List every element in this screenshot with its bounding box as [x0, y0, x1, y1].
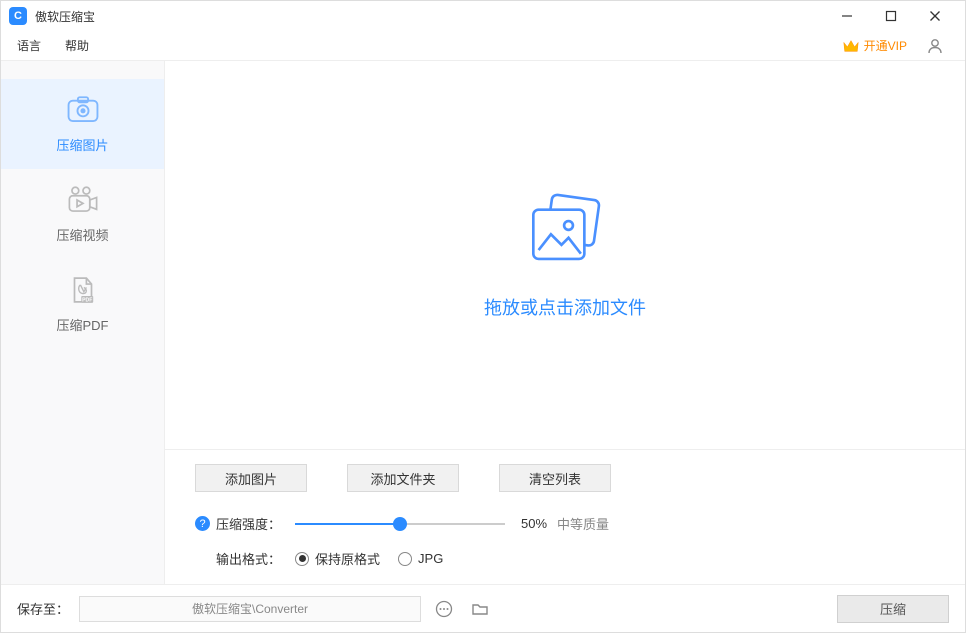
- add-image-button[interactable]: 添加图片: [195, 464, 307, 492]
- user-button[interactable]: [921, 32, 949, 60]
- sidebar-item-label: 压缩视频: [56, 225, 108, 244]
- vip-label: 开通VIP: [864, 37, 907, 54]
- open-folder-button[interactable]: [467, 596, 493, 622]
- clear-list-button[interactable]: 清空列表: [499, 464, 611, 492]
- strength-slider[interactable]: [295, 515, 505, 533]
- main-panel: 拖放或点击添加文件 添加图片 添加文件夹 清空列表 ? 压缩强度： 50% 中等…: [165, 61, 965, 584]
- camera-icon: [66, 95, 100, 125]
- compress-button[interactable]: 压缩: [837, 595, 949, 623]
- app-logo-icon: C: [9, 7, 27, 25]
- titlebar: C 傲软压缩宝: [1, 1, 965, 31]
- maximize-button[interactable]: [869, 1, 913, 31]
- slider-thumb[interactable]: [393, 517, 407, 531]
- minimize-button[interactable]: [825, 1, 869, 31]
- dropzone[interactable]: 拖放或点击添加文件: [165, 61, 965, 449]
- more-options-button[interactable]: [431, 596, 457, 622]
- menubar: 语言 帮助 开通VIP: [1, 31, 965, 61]
- sidebar-item-image[interactable]: 压缩图片: [1, 79, 164, 169]
- radio-jpg[interactable]: JPG: [398, 551, 443, 566]
- dropzone-text: 拖放或点击添加文件: [484, 294, 646, 320]
- footer: 保存至： 压缩: [1, 584, 965, 632]
- strength-percent: 50%: [521, 516, 547, 531]
- quality-tag: 中等质量: [557, 514, 609, 533]
- sidebar-item-label: 压缩图片: [56, 135, 108, 154]
- controls-panel: 添加图片 添加文件夹 清空列表 ? 压缩强度： 50% 中等质量 输出格式：: [165, 449, 965, 584]
- sidebar-item-label: 压缩PDF: [56, 315, 108, 334]
- radio-label: 保持原格式: [315, 549, 380, 568]
- info-icon[interactable]: ?: [195, 516, 210, 531]
- strength-label: 压缩强度：: [216, 514, 281, 533]
- sidebar-item-pdf[interactable]: PDF 压缩PDF: [1, 259, 164, 349]
- menu-help[interactable]: 帮助: [65, 37, 89, 54]
- output-format-label: 输出格式：: [216, 549, 281, 568]
- add-folder-button[interactable]: 添加文件夹: [347, 464, 459, 492]
- video-icon: [66, 185, 100, 215]
- svg-text:PDF: PDF: [82, 297, 92, 303]
- close-button[interactable]: [913, 1, 957, 31]
- radio-keep-format[interactable]: 保持原格式: [295, 549, 380, 568]
- app-title: 傲软压缩宝: [35, 8, 95, 25]
- ellipsis-icon: [435, 600, 453, 618]
- menu-language[interactable]: 语言: [17, 37, 41, 54]
- pdf-icon: PDF: [66, 275, 100, 305]
- save-path-input[interactable]: [79, 596, 421, 622]
- folder-icon: [471, 600, 489, 618]
- user-icon: [926, 37, 944, 55]
- sidebar-item-video[interactable]: 压缩视频: [1, 169, 164, 259]
- radio-label: JPG: [418, 551, 443, 566]
- vip-button[interactable]: 开通VIP: [842, 37, 907, 54]
- images-icon: [521, 190, 609, 268]
- save-to-label: 保存至：: [17, 599, 69, 618]
- sidebar: 压缩图片 压缩视频 PDF 压缩PDF: [1, 61, 165, 584]
- crown-icon: [842, 38, 860, 54]
